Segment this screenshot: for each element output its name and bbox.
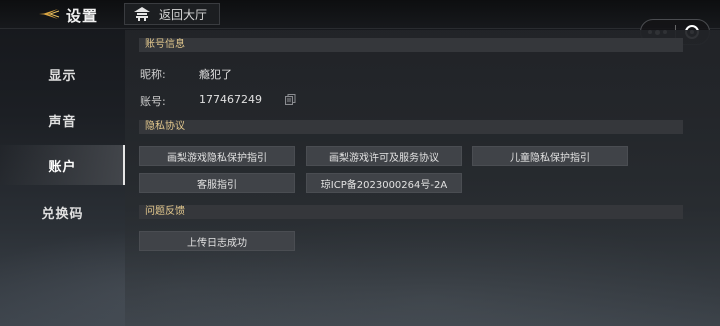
copy-icon[interactable] (285, 94, 296, 105)
page-title: 设置 (66, 7, 99, 25)
sidebar-item-display[interactable]: 显示 (0, 54, 125, 94)
upload-log-button[interactable]: 上传日志成功 (139, 231, 295, 251)
back-arrow-icon[interactable] (36, 8, 60, 20)
account-value: 177467249 (199, 93, 262, 106)
privacy-guide-button[interactable]: 画梨游戏隐私保护指引 (139, 146, 295, 166)
sidebar-item-account[interactable]: 账户 (0, 145, 125, 185)
button-label: 画梨游戏隐私保护指引 (167, 152, 267, 164)
nickname-label: 昵称: (140, 68, 166, 81)
sidebar-item-label: 账户 (48, 159, 77, 175)
sidebar-item-sound[interactable]: 声音 (0, 100, 125, 140)
sidebar-item-label: 显示 (48, 68, 77, 84)
sidebar-item-label: 声音 (48, 114, 77, 130)
customer-service-button[interactable]: 客服指引 (139, 173, 295, 193)
icp-license-button[interactable]: 琼ICP备2023000264号-2A (306, 173, 462, 193)
button-label: 上传日志成功 (187, 237, 247, 249)
sidebar-item-label: 兑换码 (41, 206, 84, 222)
button-label: 客服指引 (197, 179, 237, 191)
top-bar: 设置 返回大厅 (0, 0, 720, 29)
privacy-header: 隐私协议 (139, 120, 683, 134)
feedback-header: 问题反馈 (139, 205, 683, 219)
settings-sidebar: 显示 声音 账户 兑换码 (0, 30, 125, 326)
home-icon (134, 7, 150, 21)
button-label: 琼ICP备2023000264号-2A (320, 179, 448, 191)
account-info-header: 账号信息 (139, 38, 683, 52)
button-label: 儿童隐私保护指引 (510, 152, 590, 164)
account-label: 账号: (140, 95, 166, 108)
license-agreement-button[interactable]: 画梨游戏许可及服务协议 (306, 146, 462, 166)
return-lobby-button[interactable]: 返回大厅 (124, 3, 220, 25)
child-privacy-button[interactable]: 儿童隐私保护指引 (472, 146, 628, 166)
sidebar-item-redeem-code[interactable]: 兑换码 (0, 192, 125, 232)
return-lobby-label: 返回大厅 (159, 7, 208, 22)
button-label: 画梨游戏许可及服务协议 (329, 152, 439, 164)
nickname-value: 瘾犯了 (199, 68, 232, 81)
